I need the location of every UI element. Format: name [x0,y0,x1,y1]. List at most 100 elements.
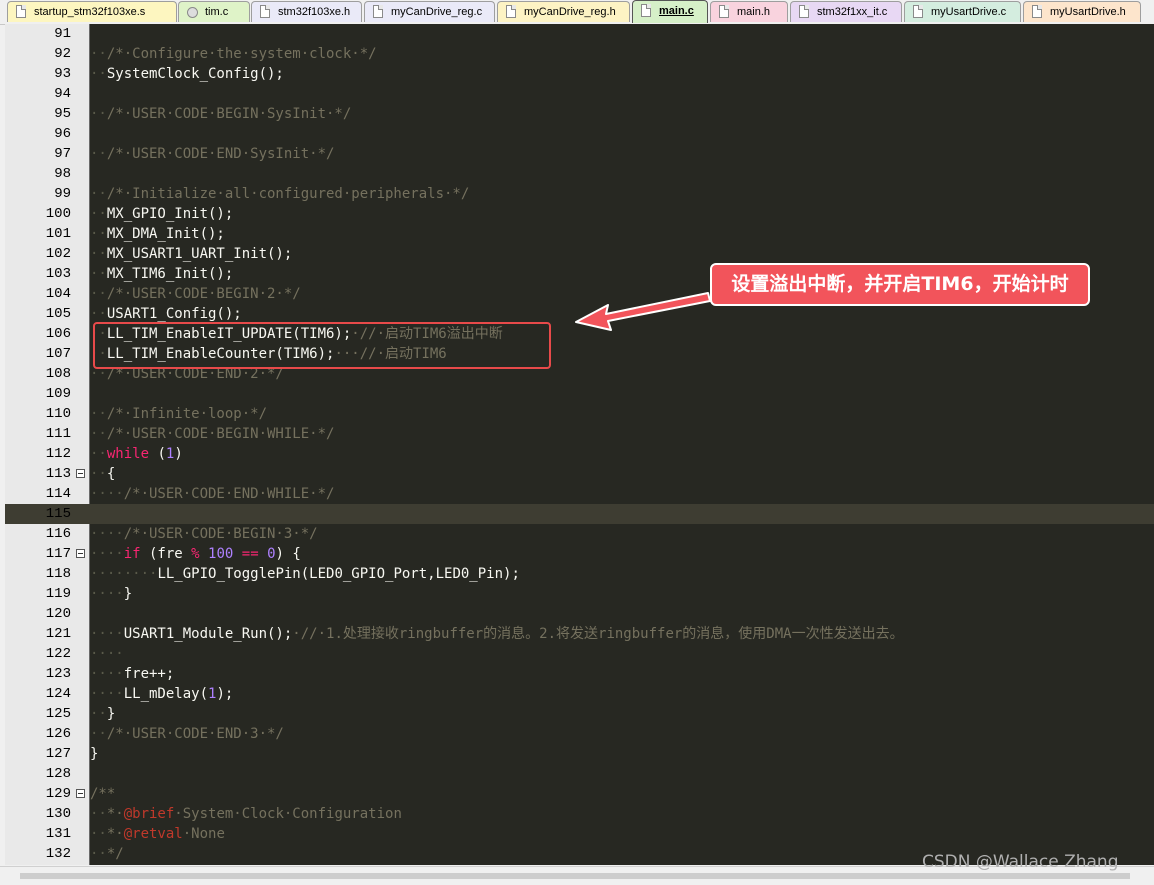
tab-mycandrive-reg-h[interactable]: myCanDrive_reg.h [497,1,630,22]
tab-myusartdrive-c[interactable]: myUsartDrive.c [904,1,1021,22]
code-line[interactable]: 126 ··/*·USER·CODE·END·3·*/ [5,724,1154,744]
code-line[interactable]: 122 ···· [5,644,1154,664]
asm-file-icon [16,5,26,18]
code-token: ·· [90,406,107,422]
code-line[interactable]: 97 ··/*·USER·CODE·END·SysInit·*/ [5,144,1154,164]
code-line[interactable]: 100 ··MX_GPIO_Init(); [5,204,1154,224]
code-line[interactable]: 112 ··while (1) [5,444,1154,464]
code-line[interactable]: 128 [5,764,1154,784]
c-file-icon [641,4,651,17]
code-line[interactable]: 129 /** [5,784,1154,804]
code-token: /*·USER·CODE·BEGIN·3·*/ [123,526,318,542]
code-token: ·· [90,286,107,302]
code-line[interactable]: 96 [5,124,1154,144]
tab-label: myCanDrive_reg.h [524,6,616,18]
code-line[interactable]: 105 ··USART1_Config(); [5,304,1154,324]
code-text: ········LL_GPIO_TogglePin(LED0_GPIO_Port… [90,564,520,584]
line-number: 107 [45,346,71,362]
code-line[interactable]: 120 [5,604,1154,624]
code-line[interactable]: 111 ··/*·USER·CODE·BEGIN·WHILE·*/ [5,424,1154,444]
code-token: ········ [90,566,158,582]
line-number: 96 [54,126,71,142]
code-text: ··} [90,704,115,724]
code-text: ····fre++; [90,664,174,684]
line-number: 115 [45,506,71,522]
code-line[interactable]: 131 ··*·@retval·None [5,824,1154,844]
current-line[interactable]: 115 [5,504,1154,524]
code-text: ····LL_mDelay(1); [90,684,233,704]
code-token: LL_GPIO_TogglePin(LED0_GPIO_Port,LED0_Pi… [157,566,520,582]
fold-toggle-icon[interactable] [76,789,85,798]
code-token: ·· [90,246,107,262]
code-line[interactable]: 109 [5,384,1154,404]
code-token: /*·USER·CODE·END·WHILE·*/ [123,486,335,502]
scrollbar-thumb[interactable] [20,873,1130,879]
code-token: ·· [90,466,107,482]
tab-mycandrive-reg-c[interactable]: myCanDrive_reg.c [364,1,495,22]
code-line[interactable]: 93 ··SystemClock_Config(); [5,64,1154,84]
code-token: == [241,546,259,562]
line-number: 97 [54,146,71,162]
code-token: (fre [140,546,192,562]
code-token: ···· [90,526,124,542]
code-line[interactable]: 116 ····/*·USER·CODE·BEGIN·3·*/ [5,524,1154,544]
tab-myusartdrive-h[interactable]: myUsartDrive.h [1023,1,1141,22]
code-line[interactable]: 110 ··/*·Infinite·loop·*/ [5,404,1154,424]
code-line[interactable]: 130 ··*·@brief·System·Clock·Configuration [5,804,1154,824]
code-token: ·· [90,206,107,222]
code-token: ·· [90,146,107,162]
tab-label: main.h [737,6,771,18]
line-number: 122 [45,646,71,662]
tab-main-h[interactable]: main.h [710,1,788,22]
code-line[interactable]: 94 [5,84,1154,104]
code-token: ·· [90,226,107,242]
code-text: ··{ [90,464,115,484]
line-number: 105 [45,306,71,322]
line-number: 104 [45,286,71,302]
tab-main-c[interactable]: main.c [632,0,708,23]
fold-toggle-icon[interactable] [76,469,85,478]
tab-startup-stm32f103xe-s[interactable]: startup_stm32f103xe.s [7,1,177,22]
tab-tim-c[interactable]: tim.c [178,1,250,22]
code-line[interactable]: 123 ····fre++; [5,664,1154,684]
line-number: 110 [45,406,71,422]
code-line[interactable]: 114 ····/*·USER·CODE·END·WHILE·*/ [5,484,1154,504]
code-line[interactable]: 92 ··/*·Configure·the·system·clock·*/ [5,44,1154,64]
code-text: ····if (fre % 100 == 0) { [90,544,301,564]
code-line[interactable]: 117 ····if (fre % 100 == 0) { [5,544,1154,564]
line-number: 131 [45,826,71,842]
code-token: /*·Configure·the·system·clock·*/ [106,46,377,62]
code-text: ···· [90,644,124,664]
tab-label: startup_stm32f103xe.s [34,6,146,18]
code-token: ·· [90,826,107,842]
code-line[interactable]: 91 [5,24,1154,44]
code-line[interactable]: 127} [5,744,1154,764]
line-number: 106 [45,326,71,342]
code-line[interactable]: 113 ··{ [5,464,1154,484]
code-token: ···· [90,646,124,662]
code-editor[interactable]: 91 92 ··/*·Configure·the·system·clock·*/ 93… [5,24,1154,865]
tab-stm32f103xe-h[interactable]: stm32f103xe.h [251,1,362,22]
watermark: CSDN @Wallace Zhang [922,852,1119,872]
code-line[interactable]: 99 ··/*·Initialize·all·configured·periphe… [5,184,1154,204]
code-line[interactable]: 119 ····} [5,584,1154,604]
tab-stm32f1xx-it-c[interactable]: stm32f1xx_it.c [790,1,902,22]
line-number: 93 [54,66,71,82]
code-line[interactable]: 102 ··MX_USART1_UART_Init(); [5,244,1154,264]
fold-toggle-icon[interactable] [76,549,85,558]
code-token: } [106,706,116,722]
code-line[interactable]: 121 ····USART1_Module_Run();·//·1.处理接收rin… [5,624,1154,644]
code-text: ····USART1_Module_Run();·//·1.处理接收ringbu… [90,624,904,644]
code-line[interactable]: 98 [5,164,1154,184]
line-number: 102 [45,246,71,262]
code-line[interactable]: 101 ··MX_DMA_Init(); [5,224,1154,244]
code-line[interactable]: 95 ··/*·USER·CODE·BEGIN·SysInit·*/ [5,104,1154,124]
code-line[interactable]: 124 ····LL_mDelay(1); [5,684,1154,704]
code-line[interactable]: 118 ········LL_GPIO_TogglePin(LED0_GPIO_P… [5,564,1154,584]
code-line[interactable]: 125 ··} [5,704,1154,724]
code-token: ·· [90,66,107,82]
line-number: 112 [45,446,71,462]
code-text: ··/*·USER·CODE·BEGIN·WHILE·*/ [90,424,334,444]
